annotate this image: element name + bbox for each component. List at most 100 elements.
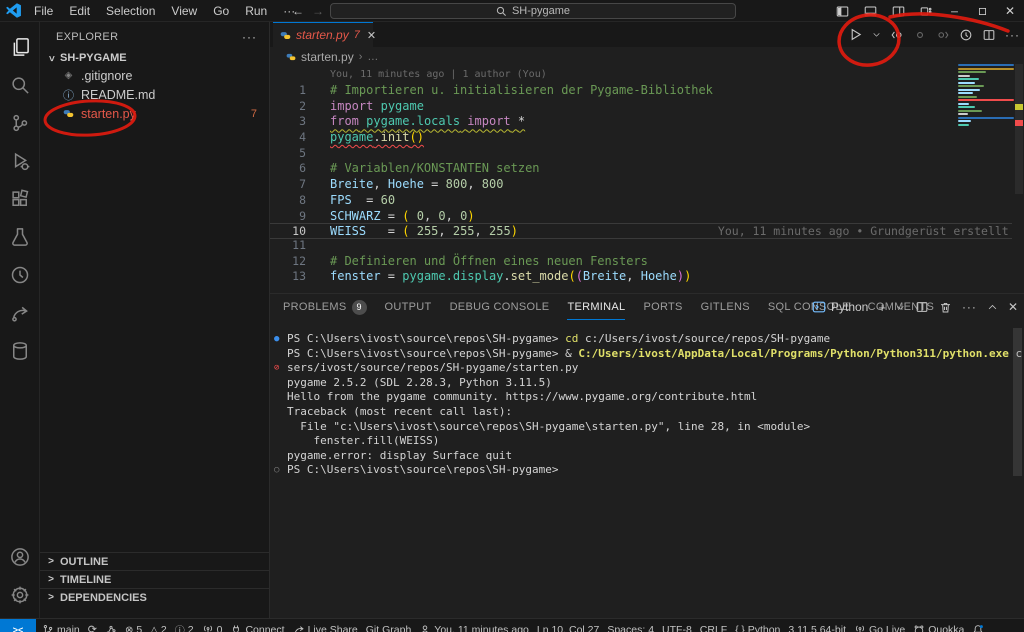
terminal[interactable]: ● PS C:\Users\ivost\source\repos\SH-pygam… bbox=[270, 320, 1024, 618]
terminal-token: PS C:\Users\ivost\source\repos\SH-pygame… bbox=[287, 463, 559, 476]
minimap[interactable] bbox=[958, 64, 1014, 130]
section-outline[interactable]: >OUTLINE bbox=[40, 552, 270, 570]
status-problems-warnings[interactable]: △2 bbox=[146, 619, 171, 632]
editor-scrollbar[interactable] bbox=[1015, 64, 1023, 194]
previous-change-icon[interactable] bbox=[890, 28, 904, 42]
section-dependencies[interactable]: >DEPENDENCIES bbox=[40, 588, 270, 606]
status-problems-errors[interactable]: ⊗5 bbox=[121, 619, 146, 632]
customize-layout-icon[interactable] bbox=[912, 0, 940, 22]
close-button[interactable]: ✕ bbox=[996, 0, 1024, 22]
code-line-7: 7Breite, Hoehe = 800, 800 bbox=[270, 177, 1024, 193]
breadcrumb-file[interactable]: starten.py bbox=[301, 50, 354, 64]
kill-terminal-icon[interactable] bbox=[939, 301, 952, 314]
code-editor[interactable]: You, 11 minutes ago | 1 author (You) 1# … bbox=[270, 66, 1024, 293]
minimize-button[interactable] bbox=[940, 0, 968, 22]
forward-arrow-icon[interactable]: → bbox=[312, 4, 324, 18]
back-arrow-icon[interactable]: ← bbox=[292, 4, 304, 18]
toggle-panel-icon[interactable] bbox=[856, 0, 884, 22]
status-branch[interactable]: main bbox=[38, 619, 84, 632]
status-live-share[interactable]: Live Share bbox=[289, 619, 362, 632]
terminal-dropdown-icon[interactable] bbox=[896, 303, 905, 312]
activity-source-control-icon[interactable] bbox=[0, 104, 40, 142]
activity-run-and-debug-icon[interactable] bbox=[0, 142, 40, 180]
file-starten-py[interactable]: starten.py7 bbox=[40, 104, 269, 123]
status-live-share-sessions[interactable]: 0 bbox=[198, 619, 227, 632]
file--gitignore[interactable]: ◈.gitignore bbox=[40, 66, 269, 85]
sync-icon: ⟳ bbox=[88, 623, 97, 632]
terminal-token: Traceback (most recent call last): bbox=[287, 405, 512, 418]
tab-starten-py[interactable]: starten.py 7 ✕ bbox=[273, 22, 373, 47]
editor-more-actions-icon[interactable]: ··· bbox=[1005, 28, 1020, 42]
status-encoding[interactable]: UTF-8 bbox=[658, 619, 696, 632]
status-problems-infos[interactable]: ⓘ2 bbox=[171, 619, 198, 632]
status-quokka[interactable]: Quokka bbox=[909, 619, 968, 632]
panel-tab-ports[interactable]: PORTS bbox=[643, 294, 682, 320]
toggle-sidebar-icon[interactable] bbox=[828, 0, 856, 22]
run-dropdown-icon[interactable] bbox=[872, 30, 881, 39]
status-remote-indicator[interactable]: >< bbox=[0, 619, 36, 632]
menu-file[interactable]: File bbox=[26, 0, 61, 22]
panel-more-actions-icon[interactable]: ··· bbox=[962, 300, 977, 314]
open-changes-icon[interactable] bbox=[913, 28, 927, 42]
token bbox=[373, 99, 380, 113]
status-indentation[interactable]: Spaces: 4 bbox=[603, 619, 658, 632]
terminal-scrollbar[interactable] bbox=[1013, 328, 1022, 476]
menu-edit[interactable]: Edit bbox=[61, 0, 98, 22]
activity-sql-database-icon[interactable] bbox=[0, 332, 40, 370]
token: import bbox=[330, 99, 373, 113]
line-number: 8 bbox=[270, 193, 306, 209]
status-sync[interactable]: ⟳ bbox=[84, 619, 101, 632]
menu-go[interactable]: Go bbox=[205, 0, 237, 22]
panel-tab-gitlens[interactable]: GITLENS bbox=[701, 294, 750, 320]
run-python-file-button[interactable] bbox=[848, 27, 863, 42]
activity-extensions-icon[interactable] bbox=[0, 180, 40, 218]
tree-root-sh-pygame[interactable]: > SH-PYGAME bbox=[40, 50, 269, 66]
breadcrumb[interactable]: starten.py › … bbox=[270, 47, 1024, 66]
status-sql-connect[interactable]: Connect bbox=[226, 619, 288, 632]
explorer-more-actions-icon[interactable]: ··· bbox=[242, 30, 257, 44]
panel-tab-debug-console[interactable]: DEBUG CONSOLE bbox=[450, 294, 550, 320]
file-history-icon[interactable] bbox=[959, 28, 973, 42]
status-go-live[interactable]: Go Live bbox=[850, 619, 909, 632]
menu-view[interactable]: View bbox=[163, 0, 205, 22]
status-eol[interactable]: CRLF bbox=[696, 619, 731, 632]
toggle-secondary-sidebar-icon[interactable] bbox=[884, 0, 912, 22]
status-commit-graph[interactable] bbox=[101, 619, 121, 632]
menu-run[interactable]: Run bbox=[237, 0, 275, 22]
tab-close-icon[interactable]: ✕ bbox=[367, 29, 376, 42]
breadcrumb-rest[interactable]: … bbox=[367, 51, 378, 63]
panel-tab-terminal[interactable]: TERMINAL bbox=[567, 294, 625, 320]
panel-tab-label: OUTPUT bbox=[385, 301, 432, 313]
activity-settings-icon[interactable] bbox=[0, 576, 40, 614]
terminal-shell-selector[interactable]: Python bbox=[812, 300, 868, 314]
command-center-search[interactable]: SH-pygame bbox=[330, 3, 736, 19]
file-README-md[interactable]: ⓘREADME.md bbox=[40, 85, 269, 104]
maximize-panel-icon[interactable] bbox=[987, 302, 998, 313]
status-language-mode[interactable]: { }Python bbox=[731, 619, 784, 632]
section-timeline[interactable]: >TIMELINE bbox=[40, 570, 270, 588]
activity-gitlens-icon[interactable] bbox=[0, 256, 40, 294]
close-panel-icon[interactable]: ✕ bbox=[1008, 300, 1018, 314]
next-change-icon[interactable] bbox=[936, 28, 950, 42]
status-gitlens-blame[interactable]: You, 11 minutes ago bbox=[415, 619, 533, 632]
activity-live-share-icon[interactable] bbox=[0, 294, 40, 332]
terminal-command-marker-icon: ● bbox=[274, 332, 279, 347]
panel-tab-problems[interactable]: PROBLEMS9 bbox=[283, 294, 367, 320]
activity-testing-icon[interactable] bbox=[0, 218, 40, 256]
split-terminal-icon[interactable] bbox=[915, 300, 929, 314]
split-editor-icon[interactable] bbox=[982, 28, 996, 42]
maximize-button[interactable] bbox=[968, 0, 996, 22]
activity-accounts-icon[interactable] bbox=[0, 538, 40, 576]
status-cursor-position[interactable]: Ln 10, Col 27 bbox=[533, 619, 603, 632]
token: Breite bbox=[330, 177, 373, 191]
activity-explorer-icon[interactable] bbox=[0, 28, 40, 66]
status-git-graph[interactable]: Git Graph bbox=[362, 619, 416, 632]
panel-tab-output[interactable]: OUTPUT bbox=[385, 294, 432, 320]
activity-search-icon[interactable] bbox=[0, 66, 40, 104]
token: init bbox=[381, 130, 410, 144]
status-notifications[interactable] bbox=[968, 619, 988, 632]
new-terminal-button[interactable]: + bbox=[878, 300, 886, 315]
status-python-interpreter[interactable]: 3.11.5 64-bit bbox=[784, 619, 850, 632]
code-line-13: 13fenster = pygame.display.set_mode((Bre… bbox=[270, 269, 1024, 285]
menu-selection[interactable]: Selection bbox=[98, 0, 163, 22]
